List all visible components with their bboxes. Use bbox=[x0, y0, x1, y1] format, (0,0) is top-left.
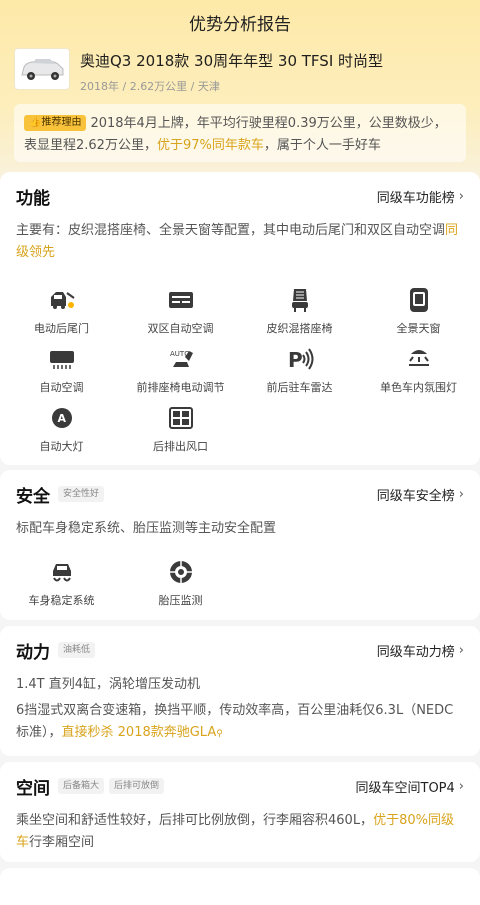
space-card: 空间 后备箱大 后排可放倒 同级车空间TOP4 › 乘坐空间和舒适性较好，后排可比… bbox=[0, 762, 480, 862]
recommend-text-tail: ，属于个人一手好车 bbox=[263, 138, 381, 153]
power-rank-link[interactable]: 同级车动力榜 › bbox=[377, 641, 464, 660]
car-image-icon bbox=[21, 59, 64, 80]
power-card: 动力 油耗低 同级车动力榜 › 1.4T 直列4缸，涡轮增压发动机 6挡湿式双离合… bbox=[0, 626, 480, 756]
recommend-tag: 👍推荐理由 bbox=[24, 115, 87, 131]
feature-label: 前后驻车雷达 bbox=[266, 381, 333, 394]
feature-item[interactable]: 后排出风口 bbox=[121, 400, 240, 459]
page-title: 优势分析报告 bbox=[189, 14, 291, 35]
features-card: 功能 同级车功能榜 › 主要有：皮织混搭座椅、全景天窗等配置，其中电动后尾门和双区… bbox=[0, 172, 480, 465]
safety-title: 安全 bbox=[16, 486, 50, 507]
space-title: 空间 bbox=[16, 778, 50, 799]
auto-ac-icon bbox=[48, 345, 76, 373]
feature-label: 全景天窗 bbox=[396, 322, 441, 335]
feature-label: 双区自动空调 bbox=[147, 322, 214, 335]
power-compare-link[interactable]: 直接秒杀 2018款奔驰GLA bbox=[62, 725, 217, 740]
feature-item[interactable]: AUTO 前排座椅电动调节 bbox=[121, 341, 240, 400]
feature-label: 自动大灯 bbox=[39, 440, 84, 453]
safety-card: 安全 安全性好 同级车安全榜 › 标配车身稳定系统、胎压监测等主动安全配置 车身稳… bbox=[0, 470, 480, 620]
feature-label: 胎压监测 bbox=[158, 594, 203, 607]
features-desc-text: 主要有：皮织混搭座椅、全景天窗等配置，其中电动后尾门和双区自动空调 bbox=[16, 223, 446, 238]
feature-label: 前排座椅电动调节 bbox=[136, 381, 225, 394]
power-line2: 6挡湿式双离合变速箱，换挡平顺，传动效率高，百公里油耗仅6.3L（NEDC标准）… bbox=[0, 700, 480, 745]
search-icon: ⚲ bbox=[216, 729, 223, 739]
feature-item[interactable]: 全景天窗 bbox=[359, 282, 478, 341]
space-rank-link[interactable]: 同级车空间TOP4 › bbox=[356, 777, 465, 796]
feature-label: 后排出风口 bbox=[153, 440, 208, 453]
thumbs-up-icon: 👍 bbox=[29, 117, 42, 128]
next-card bbox=[0, 868, 480, 905]
sunroof-icon bbox=[405, 286, 433, 314]
feature-label: 自动空调 bbox=[39, 381, 84, 394]
feature-item[interactable]: P 前后驻车雷达 bbox=[240, 341, 359, 400]
top-bar: 优势分析报告 bbox=[0, 0, 480, 44]
feature-item[interactable]: 胎压监测 bbox=[121, 554, 240, 613]
power-badge: 油耗低 bbox=[58, 642, 96, 658]
seat-icon bbox=[286, 286, 314, 314]
safety-rank-link[interactable]: 同级车安全榜 › bbox=[377, 485, 464, 504]
features-title: 功能 bbox=[16, 188, 50, 209]
ambient-light-icon bbox=[405, 345, 433, 373]
feature-label: 车身稳定系统 bbox=[28, 594, 95, 607]
power-rank-label: 同级车动力榜 bbox=[376, 644, 455, 660]
car-meta: 2018年 / 2.62万公里 / 天津 bbox=[80, 80, 220, 93]
safety-desc: 标配车身稳定系统、胎压监测等主动安全配置 bbox=[16, 521, 277, 536]
safety-rank-label: 同级车安全榜 bbox=[376, 488, 455, 504]
rear-vent-icon bbox=[167, 404, 195, 432]
features-rank-link[interactable]: 同级车功能榜 › bbox=[377, 187, 464, 206]
space-desc: 乘坐空间和舒适性较好，后排可比例放倒，行李厢容积460L，优于80%同级车行李厢… bbox=[0, 810, 480, 854]
power-line1: 1.4T 直列4缸，涡轮增压发动机 bbox=[16, 677, 201, 692]
seat-adjust-icon: AUTO bbox=[167, 345, 195, 373]
space-desc-tail: 行李厢空间 bbox=[29, 835, 95, 850]
feature-item[interactable]: 车身稳定系统 bbox=[2, 554, 121, 613]
car-thumbnail bbox=[14, 48, 70, 90]
feature-label: 皮织混搭座椅 bbox=[266, 322, 333, 335]
tire-pressure-icon bbox=[167, 558, 195, 586]
car-name: 奥迪Q3 2018款 30周年年型 30 TFSI 时尚型 bbox=[80, 52, 384, 70]
features-grid: 电动后尾门 双区自动空调 皮织混搭座椅 全景天窗 自动空调 AUTO 前排座椅电… bbox=[0, 282, 480, 459]
recommend-highlight: 优于97%同年款车 bbox=[156, 138, 264, 153]
space-badge-trunk: 后备箱大 bbox=[58, 778, 105, 794]
svg-text:P: P bbox=[288, 348, 303, 371]
parking-radar-icon: P bbox=[286, 345, 314, 373]
safety-badge: 安全性好 bbox=[58, 486, 105, 502]
feature-item[interactable]: 单色车内氛围灯 bbox=[359, 341, 478, 400]
feature-label: 单色车内氛围灯 bbox=[380, 381, 457, 394]
auto-headlight-icon: A bbox=[48, 404, 76, 432]
feature-item[interactable]: 皮织混搭座椅 bbox=[240, 282, 359, 341]
features-rank-label: 同级车功能榜 bbox=[376, 190, 455, 206]
chevron-right-icon: › bbox=[458, 486, 464, 502]
car-summary[interactable]: 奥迪Q3 2018款 30周年年型 30 TFSI 时尚型 2018年 / 2.… bbox=[14, 48, 466, 98]
chevron-right-icon: › bbox=[458, 642, 464, 658]
svg-text:A: A bbox=[57, 412, 66, 425]
feature-item[interactable]: 电动后尾门 bbox=[2, 282, 121, 341]
dual-ac-icon bbox=[167, 286, 195, 314]
tailgate-icon bbox=[48, 286, 76, 314]
stability-icon bbox=[48, 558, 76, 586]
feature-item[interactable]: 自动空调 bbox=[2, 341, 121, 400]
space-desc-text: 乘坐空间和舒适性较好，后排可比例放倒，行李厢容积460L， bbox=[16, 813, 374, 828]
space-badge-fold: 后排可放倒 bbox=[109, 778, 165, 794]
recommend-box: 👍推荐理由 2018年4月上牌，年平均行驶里程0.39万公里，公里数极少，表显里程… bbox=[14, 104, 466, 162]
recommend-tag-label: 推荐理由 bbox=[41, 117, 82, 128]
features-desc: 主要有：皮织混搭座椅、全景天窗等配置，其中电动后尾门和双区自动空调同级领先 bbox=[0, 220, 480, 266]
feature-item[interactable]: A 自动大灯 bbox=[2, 400, 121, 459]
safety-grid: 车身稳定系统 胎压监测 bbox=[0, 554, 480, 613]
power-title: 动力 bbox=[16, 642, 50, 663]
chevron-right-icon: › bbox=[458, 778, 464, 794]
feature-item[interactable]: 双区自动空调 bbox=[121, 282, 240, 341]
space-rank-label: 同级车空间TOP4 bbox=[355, 780, 455, 796]
chevron-right-icon: › bbox=[458, 188, 464, 204]
feature-label: 电动后尾门 bbox=[34, 322, 89, 335]
